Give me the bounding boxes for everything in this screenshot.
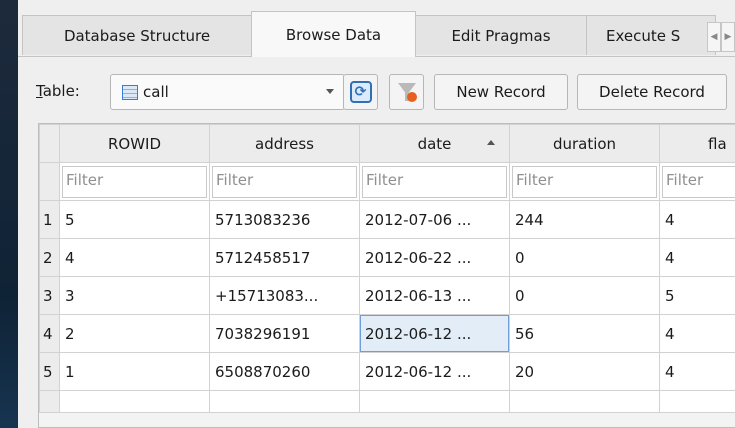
- table-row[interactable]: 5 1 6508870260 2012-06-12 ... 20 4: [39, 352, 735, 391]
- cell-duration[interactable]: 0: [509, 238, 660, 277]
- cell-rowid[interactable]: 4: [59, 238, 210, 277]
- tab-database-structure[interactable]: Database Structure: [22, 15, 252, 55]
- filter-input-flags[interactable]: Filter: [662, 165, 735, 198]
- cell-address[interactable]: 6508870260: [209, 352, 360, 391]
- refresh-button[interactable]: ⟳: [343, 74, 378, 110]
- table-row[interactable]: 4 2 7038296191 2012-06-12 ... 56 4: [39, 314, 735, 353]
- data-grid: ROWID address date duration fla Filter F…: [38, 123, 735, 428]
- desktop-background: [0, 0, 18, 428]
- filter-input-address[interactable]: Filter: [212, 165, 357, 198]
- column-header-flags[interactable]: fla: [659, 124, 735, 163]
- table-label: Table:: [36, 82, 80, 100]
- chevron-down-icon: [326, 89, 334, 94]
- table-row[interactable]: 1 5 5713083236 2012-07-06 ... 244 4: [39, 200, 735, 239]
- header-row: ROWID address date duration fla: [39, 124, 735, 163]
- clear-filter-icon: [397, 81, 417, 103]
- column-header-rowid[interactable]: ROWID: [59, 124, 210, 163]
- cell-date-selected[interactable]: 2012-06-12 ...: [359, 314, 510, 353]
- new-record-button[interactable]: New Record: [434, 74, 568, 110]
- cell-date[interactable]: 2012-06-12 ...: [359, 352, 510, 391]
- filter-input-duration[interactable]: Filter: [512, 165, 657, 198]
- cell-flags[interactable]: 4: [659, 352, 735, 391]
- cell-date[interactable]: 2012-07-06 ...: [359, 200, 510, 239]
- cell-duration[interactable]: 56: [509, 314, 660, 353]
- delete-record-button[interactable]: Delete Record: [577, 74, 727, 110]
- table-icon: [122, 85, 138, 100]
- column-header-date[interactable]: date: [359, 124, 510, 163]
- row-number[interactable]: 5: [39, 352, 60, 391]
- cell-address[interactable]: +15713083...: [209, 276, 360, 315]
- column-header-address[interactable]: address: [209, 124, 360, 163]
- records-table: ROWID address date duration fla Filter F…: [39, 124, 735, 413]
- cell-address[interactable]: 5712458517: [209, 238, 360, 277]
- tab-execute-sql[interactable]: Execute S: [586, 15, 716, 55]
- column-header-date-label: date: [417, 134, 452, 153]
- tab-scroll-right-icon[interactable]: ▶: [721, 22, 735, 52]
- cell-flags[interactable]: 4: [659, 200, 735, 239]
- cell-date[interactable]: 2012-06-13 ...: [359, 276, 510, 315]
- app-window: Database Structure Browse Data Edit Prag…: [18, 0, 735, 428]
- cell-rowid[interactable]: 2: [59, 314, 210, 353]
- cell-date[interactable]: 2012-06-22 ...: [359, 238, 510, 277]
- empty-row: [39, 390, 735, 413]
- corner-cell[interactable]: [39, 124, 60, 163]
- table-select-value: call: [143, 83, 169, 101]
- cell-rowid[interactable]: 3: [59, 276, 210, 315]
- cell-flags[interactable]: 4: [659, 314, 735, 353]
- row-number[interactable]: 4: [39, 314, 60, 353]
- refresh-icon: ⟳: [349, 81, 372, 103]
- table-select[interactable]: call: [110, 74, 345, 110]
- cell-duration[interactable]: 0: [509, 276, 660, 315]
- table-row[interactable]: 3 3 +15713083... 2012-06-13 ... 0 5: [39, 276, 735, 315]
- filter-row-header: [39, 162, 60, 201]
- filter-row: Filter Filter Filter Filter Filter: [39, 162, 735, 201]
- row-number[interactable]: 2: [39, 238, 60, 277]
- column-header-duration[interactable]: duration: [509, 124, 660, 163]
- cell-flags[interactable]: 5: [659, 276, 735, 315]
- cell-duration[interactable]: 244: [509, 200, 660, 239]
- cell-rowid[interactable]: 5: [59, 200, 210, 239]
- tab-edit-pragmas[interactable]: Edit Pragmas: [415, 15, 587, 55]
- cell-address[interactable]: 5713083236: [209, 200, 360, 239]
- cell-address[interactable]: 7038296191: [209, 314, 360, 353]
- cell-duration[interactable]: 20: [509, 352, 660, 391]
- tab-scroll-left-icon[interactable]: ◀: [707, 22, 721, 52]
- table-row[interactable]: 2 4 5712458517 2012-06-22 ... 0 4: [39, 238, 735, 277]
- row-number[interactable]: 1: [39, 200, 60, 239]
- tab-bar: Database Structure Browse Data Edit Prag…: [18, 0, 735, 57]
- tab-browse-data[interactable]: Browse Data: [251, 11, 416, 57]
- sort-ascending-icon: [487, 140, 495, 145]
- cell-rowid[interactable]: 1: [59, 352, 210, 391]
- cell-flags[interactable]: 4: [659, 238, 735, 277]
- filter-input-date[interactable]: Filter: [362, 165, 507, 198]
- filter-input-rowid[interactable]: Filter: [62, 165, 207, 198]
- row-number[interactable]: 3: [39, 276, 60, 315]
- clear-filters-button[interactable]: [389, 74, 424, 110]
